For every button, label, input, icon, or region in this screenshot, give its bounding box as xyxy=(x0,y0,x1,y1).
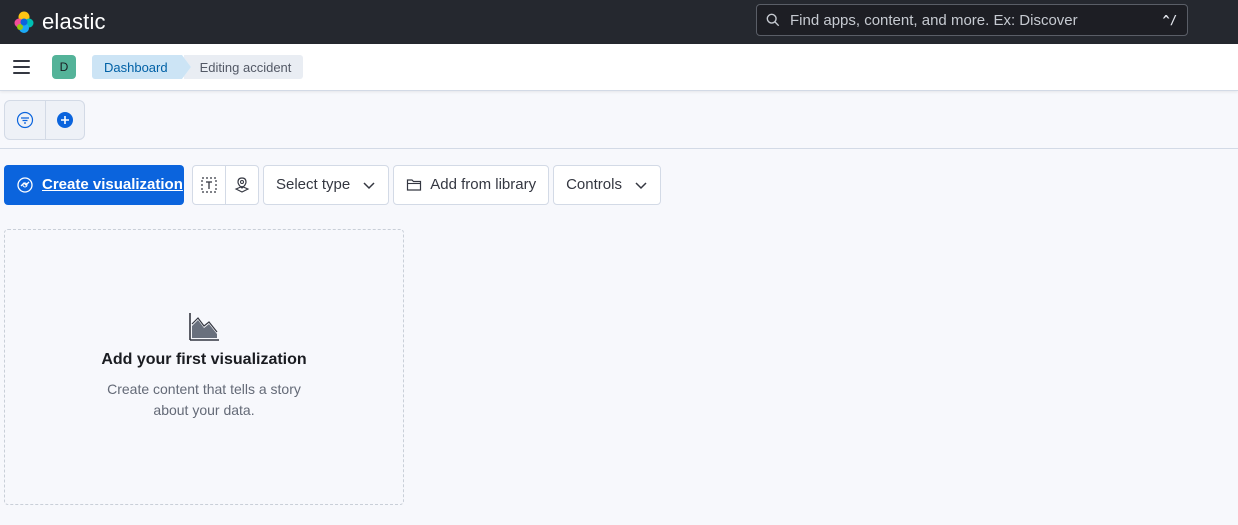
add-map-button[interactable] xyxy=(225,165,258,204)
elastic-logo[interactable]: elastic xyxy=(12,9,106,35)
chevron-down-icon xyxy=(363,181,375,189)
search-shortcut-badge: ^/ xyxy=(1162,13,1177,27)
add-from-library-label: Add from library xyxy=(430,176,537,193)
query-bar xyxy=(0,91,1238,149)
area-chart-icon xyxy=(189,313,219,341)
brand-name: elastic xyxy=(42,9,106,34)
select-type-dropdown[interactable]: Select type xyxy=(263,164,390,205)
map-marker-icon xyxy=(234,176,250,193)
add-text-button[interactable] xyxy=(193,166,225,204)
search-icon xyxy=(766,13,780,27)
elastic-logo-icon xyxy=(14,11,34,33)
select-type-label: Select type xyxy=(276,176,351,193)
create-visualization-button[interactable]: Create visualization xyxy=(4,164,184,205)
filter-button-group xyxy=(4,100,85,140)
empty-state-description: Create content that tells a story about … xyxy=(107,381,301,418)
breadcrumb-dashboard[interactable]: Dashboard xyxy=(92,55,191,79)
create-visualization-label: Create visualization xyxy=(42,176,183,193)
add-from-library-button[interactable]: Add from library xyxy=(393,164,550,205)
controls-dropdown[interactable]: Controls xyxy=(553,164,661,205)
top-header: elastic Find apps, content, and more. Ex… xyxy=(0,0,1238,44)
search-input[interactable]: Find apps, content, and more. Ex: Discov… xyxy=(790,12,1163,29)
chevron-down-icon xyxy=(635,181,647,189)
menu-icon[interactable] xyxy=(13,55,37,79)
breadcrumb-current: Editing accident xyxy=(181,55,304,79)
controls-label: Controls xyxy=(566,176,622,193)
breadcrumb: Dashboard Editing accident xyxy=(92,55,304,79)
text-icon xyxy=(201,176,217,193)
empty-dashboard-panel: Add your first visualization Create cont… xyxy=(4,229,404,505)
quick-add-buttons xyxy=(192,164,259,205)
empty-state-title: Add your first visualization xyxy=(101,351,307,368)
plus-circle-icon xyxy=(56,112,73,128)
folder-icon xyxy=(407,178,422,191)
breadcrumb-bar: D Dashboard Editing accident xyxy=(0,44,1238,91)
filter-menu-button[interactable] xyxy=(5,101,45,139)
dashboard-toolbar: Create visualization Select type Add fro… xyxy=(4,164,661,205)
visualize-app-icon xyxy=(17,176,33,193)
global-search[interactable]: Find apps, content, and more. Ex: Discov… xyxy=(756,4,1188,36)
add-filter-button[interactable] xyxy=(44,101,85,139)
filter-icon xyxy=(16,111,33,129)
space-avatar[interactable]: D xyxy=(52,55,76,79)
